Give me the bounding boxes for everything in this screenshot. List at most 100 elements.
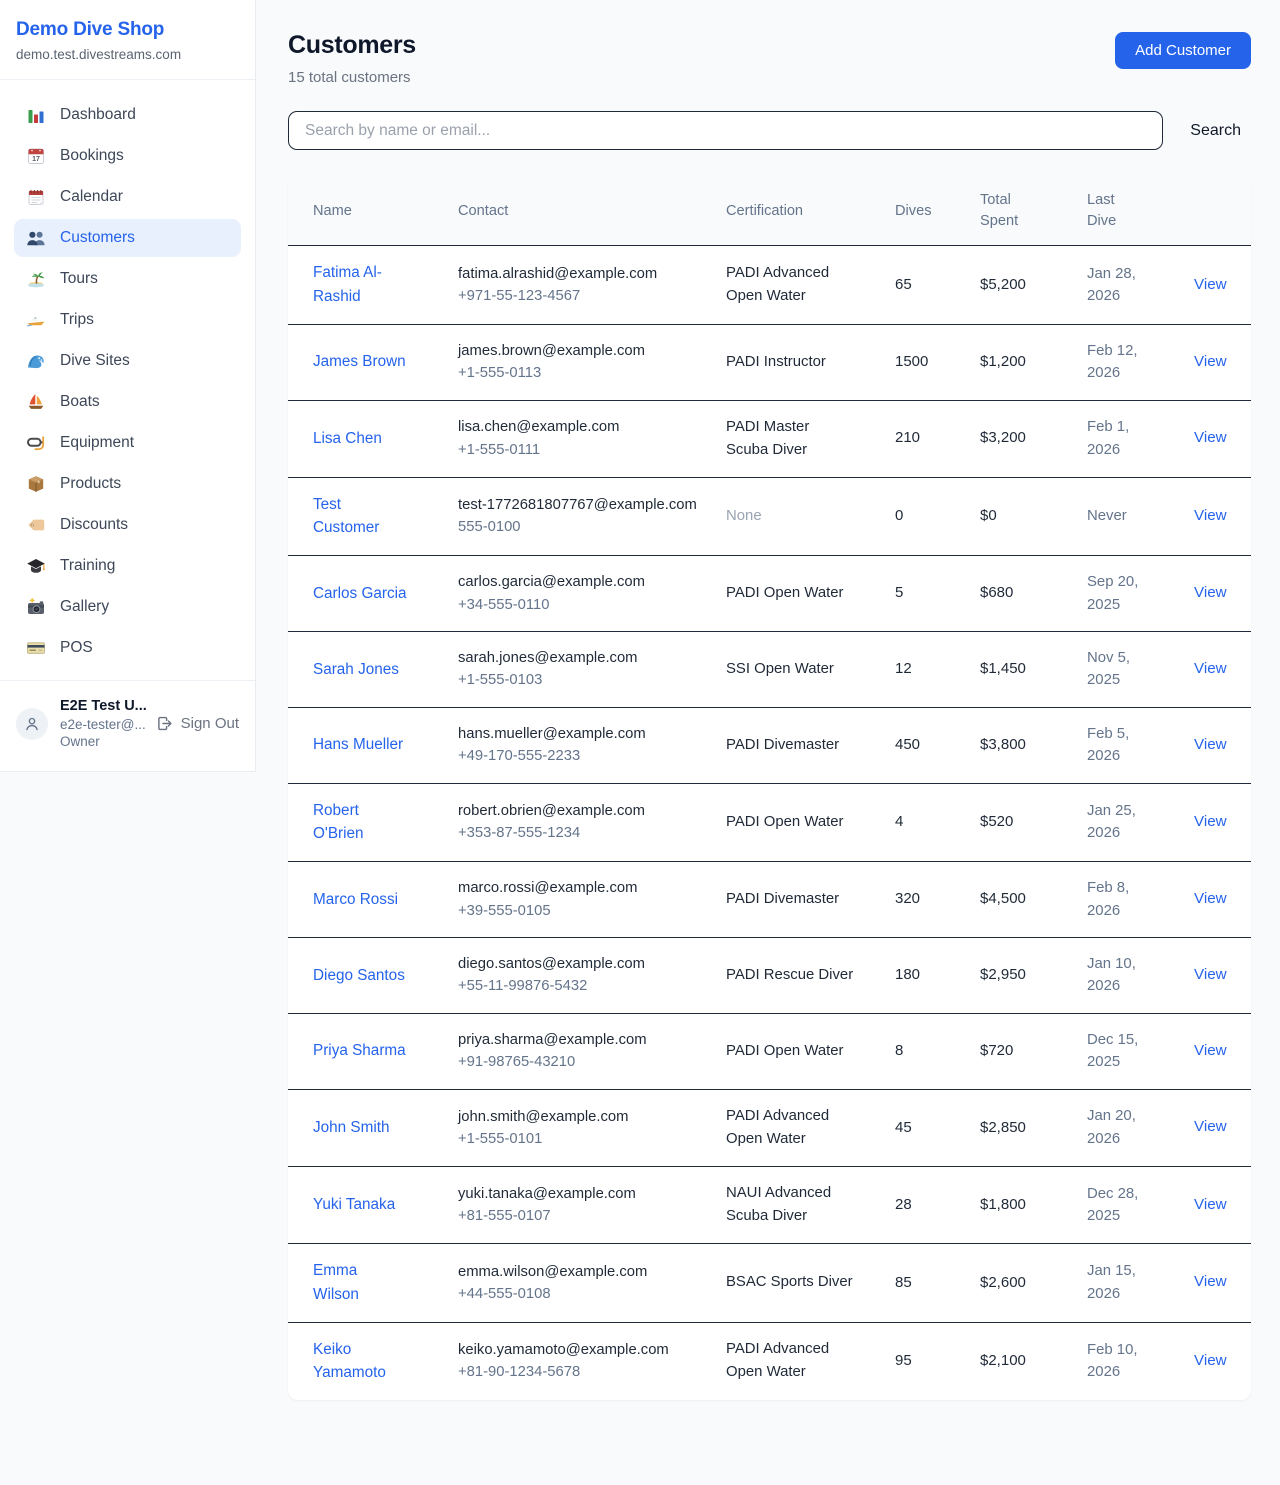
search-button[interactable]: Search	[1190, 122, 1251, 140]
customer-certification: PADI Open Water	[726, 1040, 844, 1063]
sidebar-item-customers[interactable]: Customers	[14, 219, 241, 257]
customer-actions-cell: View	[1194, 707, 1251, 783]
user-email: e2e-tester@...	[60, 716, 147, 734]
sign-out-icon	[156, 715, 173, 732]
customer-name-link[interactable]: Carlos Garcia	[313, 582, 407, 606]
customer-actions-cell: View	[1194, 477, 1251, 555]
customer-certification: PADI Master Scuba Diver	[726, 416, 854, 462]
view-link[interactable]: View	[1194, 429, 1227, 446]
sidebar-item-tours[interactable]: Tours	[14, 260, 241, 298]
customer-phone: 555-0100	[458, 516, 714, 538]
table-row: Priya Sharmapriya.sharma@example.com+91-…	[288, 1013, 1251, 1089]
view-link[interactable]: View	[1194, 736, 1227, 753]
customer-name-link[interactable]: Keiko Yamamoto	[313, 1338, 407, 1385]
view-link[interactable]: View	[1194, 507, 1227, 524]
sidebar-item-label: Dashboard	[60, 106, 136, 124]
customer-name-cell: Marco Rossi	[288, 862, 458, 938]
view-link[interactable]: View	[1194, 813, 1227, 830]
view-link[interactable]: View	[1194, 1118, 1227, 1135]
table-row: Marco Rossimarco.rossi@example.com+39-55…	[288, 862, 1251, 938]
customer-total-spent-cell: $1,450	[980, 632, 1087, 708]
table-row: Lisa Chenlisa.chen@example.com+1-555-011…	[288, 400, 1251, 477]
view-link[interactable]: View	[1194, 1273, 1227, 1290]
svg-text:17: 17	[32, 156, 40, 163]
customer-last-dive-cell: Feb 8, 2026	[1087, 862, 1194, 938]
customer-last-dive: Jan 25, 2026	[1087, 800, 1151, 845]
view-link[interactable]: View	[1194, 1196, 1227, 1213]
customer-last-dive-cell: Feb 1, 2026	[1087, 400, 1194, 477]
customer-last-dive: Nov 5, 2025	[1087, 647, 1151, 692]
customer-total-spent-cell: $2,100	[980, 1322, 1087, 1400]
customer-name-link[interactable]: Hans Mueller	[313, 733, 403, 757]
customer-phone: +1-555-0113	[458, 362, 714, 384]
view-link[interactable]: View	[1194, 1042, 1227, 1059]
customer-contact-cell: diego.santos@example.com+55-11-99876-543…	[458, 938, 726, 1014]
customer-total-spent-cell: $3,800	[980, 707, 1087, 783]
sidebar-item-label: Equipment	[60, 434, 134, 452]
package-icon	[26, 474, 46, 494]
customer-name-link[interactable]: Sarah Jones	[313, 658, 399, 682]
customer-contact-cell: james.brown@example.com+1-555-0113	[458, 324, 726, 400]
customer-last-dive-cell: Feb 5, 2026	[1087, 707, 1194, 783]
customer-name-link[interactable]: James Brown	[313, 350, 406, 374]
customer-total-spent-cell: $1,800	[980, 1166, 1087, 1243]
customer-name-link[interactable]: Lisa Chen	[313, 427, 382, 451]
sidebar-item-discounts[interactable]: Discounts	[14, 506, 241, 544]
view-link[interactable]: View	[1194, 276, 1227, 293]
customer-name-cell: Lisa Chen	[288, 400, 458, 477]
table-row: Carlos Garcia carlos.garcia@example.com+3…	[288, 556, 1251, 632]
sidebar-item-dashboard[interactable]: Dashboard	[14, 96, 241, 134]
customer-last-dive: Feb 12, 2026	[1087, 340, 1151, 385]
customer-name-link[interactable]: Yuki Tanaka	[313, 1193, 395, 1217]
view-link[interactable]: View	[1194, 890, 1227, 907]
customer-certification-cell: PADI Master Scuba Diver	[726, 400, 895, 477]
customer-name-link[interactable]: Diego Santos	[313, 964, 405, 988]
island-icon	[26, 269, 46, 289]
table-row: Test Customer test-1772681807767@example.…	[288, 477, 1251, 555]
sidebar-item-training[interactable]: Training	[14, 547, 241, 585]
sidebar-item-boats[interactable]: Boats	[14, 383, 241, 421]
speedboat-icon	[26, 310, 46, 330]
avatar	[16, 708, 48, 740]
sidebar-item-gallery[interactable]: Gallery	[14, 588, 241, 626]
sidebar-item-bookings[interactable]: 17 Bookings	[14, 137, 241, 175]
customer-email: lisa.chen@example.com	[458, 416, 714, 438]
sidebar-item-dive-sites[interactable]: Dive Sites	[14, 342, 241, 380]
view-link[interactable]: View	[1194, 353, 1227, 370]
sidebar-item-products[interactable]: Products	[14, 465, 241, 503]
add-customer-button[interactable]: Add Customer	[1115, 32, 1251, 69]
customer-contact-cell: carlos.garcia@example.com+34-555-0110	[458, 556, 726, 632]
customer-last-dive-cell: Jan 25, 2026	[1087, 783, 1194, 861]
customer-name-link[interactable]: Priya Sharma	[313, 1039, 406, 1063]
view-link[interactable]: View	[1194, 660, 1227, 677]
sidebar-item-trips[interactable]: Trips	[14, 301, 241, 339]
customer-name-link[interactable]: Robert O'Brien	[313, 799, 407, 846]
column-header-contact: Contact	[458, 177, 726, 246]
view-link[interactable]: View	[1194, 966, 1227, 983]
view-link[interactable]: View	[1194, 584, 1227, 601]
customer-name-cell: Yuki Tanaka	[288, 1166, 458, 1243]
customer-total-spent-cell: $1,200	[980, 324, 1087, 400]
view-link[interactable]: View	[1194, 1352, 1227, 1369]
customer-name-link[interactable]: Emma Wilson	[313, 1259, 407, 1306]
sidebar-item-label: Gallery	[60, 598, 109, 616]
page-header-text: Customers 15 total customers	[288, 31, 416, 86]
camera-icon	[26, 597, 46, 617]
customer-email: keiko.yamamoto@example.com	[458, 1339, 714, 1361]
customer-certification: PADI Advanced Open Water	[726, 262, 854, 308]
sidebar-item-equipment[interactable]: Equipment	[14, 424, 241, 462]
sign-out-button[interactable]: Sign Out	[156, 715, 239, 732]
search-input[interactable]	[288, 111, 1163, 150]
customer-name-link[interactable]: Fatima Al-Rashid	[313, 261, 407, 308]
customer-name-link[interactable]: John Smith	[313, 1116, 390, 1140]
customer-email: priya.sharma@example.com	[458, 1029, 714, 1051]
sidebar-item-pos[interactable]: POS	[14, 629, 241, 667]
customer-name-link[interactable]: Marco Rossi	[313, 888, 398, 912]
page-title: Customers	[288, 31, 416, 60]
customer-email: diego.santos@example.com	[458, 953, 714, 975]
customer-email: test-1772681807767@example.com	[458, 494, 714, 516]
customer-actions-cell: View	[1194, 246, 1251, 324]
customer-name-link[interactable]: Test Customer	[313, 493, 407, 540]
customer-email: marco.rossi@example.com	[458, 877, 714, 899]
sidebar-item-calendar[interactable]: Calendar	[14, 178, 241, 216]
